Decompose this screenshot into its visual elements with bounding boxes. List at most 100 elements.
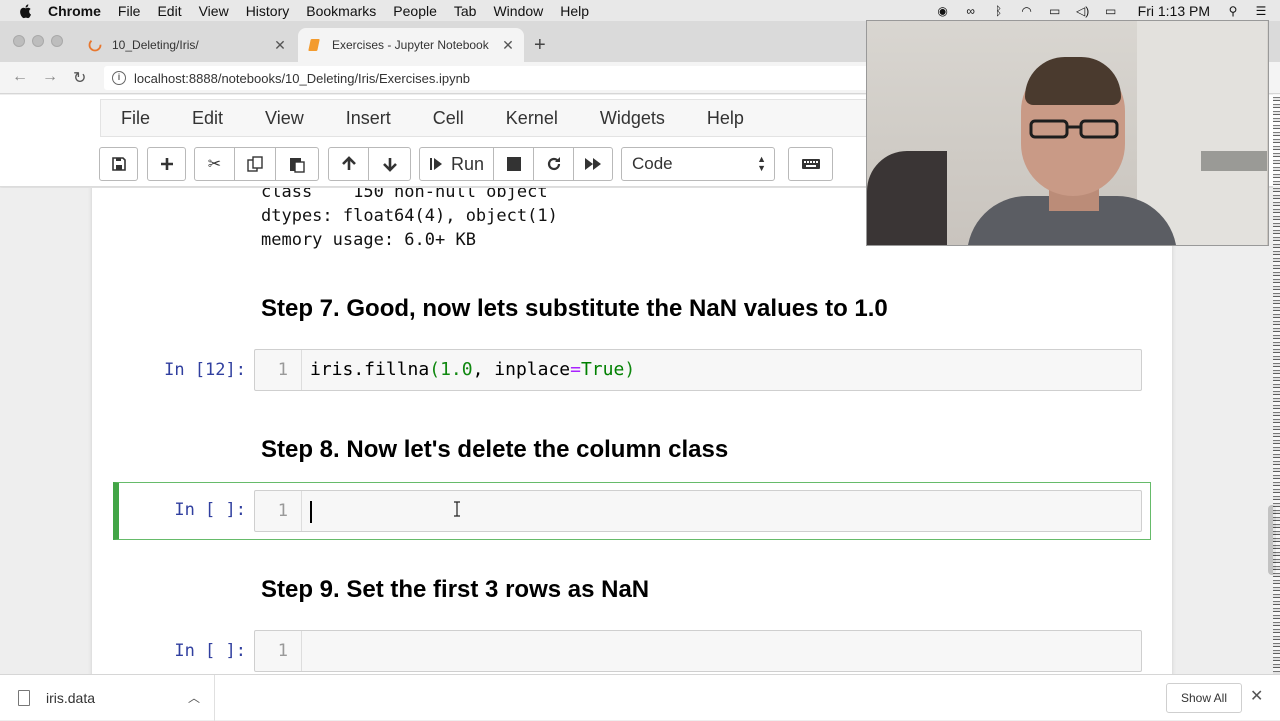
menu-bookmarks[interactable]: Bookmarks [306, 3, 376, 19]
menu-history[interactable]: History [246, 3, 290, 19]
cut-icon: ✂ [207, 156, 222, 173]
spotlight-search-icon[interactable]: ⚲ [1224, 4, 1242, 18]
arrow-down-icon [382, 158, 397, 172]
jupyter-menu-view[interactable]: View [265, 108, 304, 129]
code-function: iris.fillna [310, 359, 430, 380]
code-cell-next[interactable]: 1 [254, 630, 1142, 672]
zoom-window-button[interactable] [51, 35, 63, 47]
restart-kernel-button[interactable] [533, 147, 574, 181]
command-palette-button[interactable] [788, 147, 833, 181]
menu-view[interactable]: View [199, 3, 229, 19]
cell-type-value: Code [632, 154, 673, 173]
jupyter-menu-edit[interactable]: Edit [192, 108, 223, 129]
move-down-button[interactable] [368, 147, 411, 181]
restart-icon [547, 157, 560, 171]
select-arrows-icon: ▲ ▼ [757, 154, 766, 173]
arrow-up-icon [341, 156, 356, 170]
paste-button[interactable] [275, 147, 319, 181]
save-icon [111, 157, 126, 171]
forward-icon[interactable]: → [42, 68, 58, 86]
line-number: 1 [255, 491, 302, 531]
tab-directory[interactable]: 10_Deleting/Iris/ ✕ [78, 28, 296, 62]
stop-icon [506, 157, 521, 171]
jupyter-menu-kernel[interactable]: Kernel [506, 108, 558, 129]
jupyter-menu-widgets[interactable]: Widgets [600, 108, 665, 129]
cell-prompt: In [12]: [164, 360, 246, 380]
close-window-button[interactable] [13, 35, 25, 47]
download-bar: iris.data ︿ Show All ✕ [0, 674, 1280, 721]
cell-prompt: In [ ]: [174, 500, 246, 520]
record-icon[interactable]: ◉ [934, 4, 952, 18]
step-run-icon [429, 158, 442, 170]
jupyter-menu-help[interactable]: Help [707, 108, 744, 129]
menu-window[interactable]: Window [493, 3, 543, 19]
menu-edit[interactable]: Edit [157, 3, 181, 19]
line-number: 1 [255, 631, 302, 671]
glasses-icon [1029, 119, 1119, 139]
reload-icon[interactable]: ↻ [73, 68, 86, 88]
back-icon[interactable]: ← [12, 68, 28, 86]
plus-icon [160, 158, 173, 170]
code-cell-12[interactable]: 1 iris.fillna(1.0, inplace=True) [254, 349, 1142, 391]
jupyter-menu-insert[interactable]: Insert [346, 108, 391, 129]
url-text: localhost:8888/notebooks/10_Deleting/Iri… [134, 70, 471, 86]
output-line: class 150 non-null object [261, 188, 548, 202]
minimize-window-button[interactable] [32, 35, 44, 47]
bluetooth-icon[interactable]: ᛒ [990, 4, 1008, 18]
chevron-up-icon[interactable]: ︿ [188, 689, 200, 706]
notebook-area[interactable]: class 150 non-null object dtypes: float6… [0, 188, 1280, 674]
code-paren: ( [429, 359, 441, 380]
tab-close-icon[interactable]: ✕ [500, 37, 516, 54]
info-icon[interactable]: i [112, 71, 126, 85]
tab-title: 10_Deleting/Iris/ [112, 38, 199, 52]
code-paren: ) [624, 359, 636, 380]
background-shelf [1201, 151, 1267, 171]
cell-prompt: In [ ]: [174, 641, 246, 661]
markdown-heading-step9: Step 9. Set the first 3 rows as NaN [261, 576, 650, 603]
notification-center-icon[interactable]: ☰ [1252, 4, 1270, 18]
menu-help[interactable]: Help [560, 3, 589, 19]
notebook-page: class 150 non-null object dtypes: float6… [92, 188, 1172, 674]
tab-close-icon[interactable]: ✕ [272, 37, 288, 54]
code-equals: = [570, 359, 581, 380]
copy-button[interactable] [234, 147, 276, 181]
webcam-overlay [866, 20, 1269, 246]
apple-icon[interactable] [18, 3, 34, 19]
code-keyword-arg: inplace [494, 359, 571, 380]
tab-notebook[interactable]: Exercises - Jupyter Notebook ✕ [298, 28, 524, 62]
cell-type-select[interactable]: Code ▲ ▼ [621, 147, 775, 181]
cut-button[interactable]: ✂ [194, 147, 235, 181]
interrupt-button[interactable] [493, 147, 534, 181]
airplay-icon[interactable]: ▭ [1046, 4, 1064, 18]
close-icon[interactable]: ✕ [1250, 686, 1263, 706]
menu-tab[interactable]: Tab [454, 3, 477, 19]
clock[interactable]: Fri 1:13 PM [1138, 3, 1210, 19]
notebook-icon [308, 39, 320, 51]
show-all-button[interactable]: Show All [1166, 683, 1242, 713]
menu-app-name[interactable]: Chrome [48, 3, 101, 19]
move-up-button[interactable] [328, 147, 369, 181]
markdown-heading-step7: Step 7. Good, now lets substitute the Na… [261, 295, 888, 322]
menu-file[interactable]: File [118, 3, 141, 19]
copy-icon [247, 156, 263, 172]
jupyter-menu-cell[interactable]: Cell [433, 108, 464, 129]
jupyter-menu-file[interactable]: File [121, 108, 150, 129]
save-button[interactable] [99, 147, 138, 181]
run-button[interactable]: Run [419, 147, 494, 181]
battery-icon[interactable]: ▭ [1102, 4, 1120, 18]
glasses-icon[interactable]: ∞ [962, 4, 980, 18]
new-tab-icon[interactable]: + [534, 34, 546, 57]
text-cursor [310, 501, 312, 523]
wifi-icon[interactable]: ◠ [1018, 4, 1036, 18]
volume-icon[interactable]: ◁) [1074, 4, 1092, 18]
line-number: 1 [255, 350, 302, 390]
menu-people[interactable]: People [393, 3, 437, 19]
cell-code[interactable]: iris.fillna(1.0, inplace=True) [310, 350, 635, 390]
download-item[interactable]: iris.data ︿ [0, 675, 215, 721]
output-line: dtypes: float64(4), object(1) [261, 206, 558, 226]
restart-run-all-button[interactable] [573, 147, 613, 181]
status-icons: ◉ ∞ ᛒ ◠ ▭ ◁) ▭ Fri 1:13 PM ⚲ ☰ [934, 0, 1280, 21]
insert-cell-button[interactable] [147, 147, 186, 181]
code-comma: , [472, 359, 495, 380]
code-cell-active[interactable]: 1 [254, 490, 1142, 532]
